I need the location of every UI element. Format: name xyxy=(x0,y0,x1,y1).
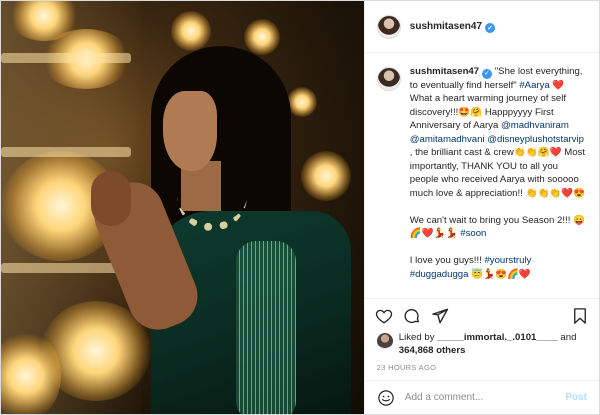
shelf-decor xyxy=(1,147,131,157)
liker-username[interactable]: _____immortal._.0101____ xyxy=(437,332,558,343)
liker-avatar[interactable] xyxy=(376,333,393,349)
mention-link[interactable]: @disneyplushotstarvip xyxy=(487,134,584,145)
post-sidebar: sushmitasen47 ✓ sushmitasen47 ✓ "She lost … xyxy=(363,1,599,414)
caption-segment: I love you guys!!! xyxy=(409,255,485,267)
caption-text: sushmitasen47 ✓ "She lost everything, to … xyxy=(410,65,587,298)
likes-text: Liked by _____immortal._.0101____ and 36… xyxy=(399,332,577,357)
likes-prefix: Liked by xyxy=(398,332,438,343)
caption-segment: , the brilliant cast & crew👏👏🤗❤️ Most im… xyxy=(409,147,586,199)
candle-glow xyxy=(244,19,280,55)
post-comment-button[interactable]: Post xyxy=(565,392,587,403)
caption-paragraph: sushmitasen47 ✓ "She lost everything, to … xyxy=(410,65,587,200)
caption-segment: We can't wait to bring you Season 2!!! 😛… xyxy=(409,214,585,240)
mention-link[interactable]: @madhvaniram xyxy=(501,120,569,131)
verified-badge-icon: ✓ xyxy=(485,22,496,33)
caption-username[interactable]: sushmitasen47 xyxy=(410,66,479,77)
post-photo[interactable] xyxy=(1,1,364,414)
candle-glow xyxy=(301,151,351,201)
comment-box: Post xyxy=(364,380,599,414)
post-header: sushmitasen47 ✓ xyxy=(364,1,599,53)
emoji-icon[interactable] xyxy=(377,389,395,407)
header-username[interactable]: sushmitasen47 ✓ xyxy=(410,21,496,33)
username-text[interactable]: sushmitasen47 xyxy=(410,21,482,32)
comment-icon[interactable] xyxy=(403,307,421,325)
likes-count[interactable]: 364,868 others xyxy=(399,345,466,356)
hashtag-link[interactable]: #yourstruly xyxy=(484,255,531,266)
bookmark-icon[interactable] xyxy=(571,307,589,325)
candle-glow xyxy=(287,87,317,117)
caption-paragraph: I love you guys!!! #yourstruly #duggadug… xyxy=(410,254,587,281)
caption-paragraph: We can't wait to bring you Season 2!!! 😛… xyxy=(410,214,587,241)
instagram-post: sushmitasen47 ✓ sushmitasen47 ✓ "She lost … xyxy=(0,0,600,415)
mention-link[interactable]: @amitamadhvani xyxy=(410,134,485,145)
action-bar xyxy=(364,298,599,332)
hashtag-link[interactable]: #soon xyxy=(460,228,486,239)
verified-badge-icon: ✓ xyxy=(482,68,493,79)
comment-input[interactable] xyxy=(404,392,566,403)
shelf-decor xyxy=(1,53,131,63)
share-icon[interactable] xyxy=(431,307,449,325)
avatar[interactable] xyxy=(376,67,401,91)
hashtag-link[interactable]: #duggadugga xyxy=(410,269,469,280)
saree-border xyxy=(236,241,296,414)
caption-area: sushmitasen47 ✓ "She lost everything, to … xyxy=(365,53,599,298)
likes-summary: Liked by _____immortal._.0101____ and 36… xyxy=(365,332,599,357)
caption-segment: 😇💃😍🌈❤️ xyxy=(468,268,531,280)
post-timestamp[interactable]: 23 HOURS AGO xyxy=(365,357,599,380)
candle-glow xyxy=(171,11,211,51)
hashtag-link[interactable]: #Aarya xyxy=(519,80,549,91)
avatar[interactable] xyxy=(376,14,401,39)
subject-face xyxy=(163,91,217,171)
heart-icon[interactable] xyxy=(375,307,393,325)
likes-connector: and xyxy=(557,332,577,343)
subject-hand xyxy=(91,171,131,226)
